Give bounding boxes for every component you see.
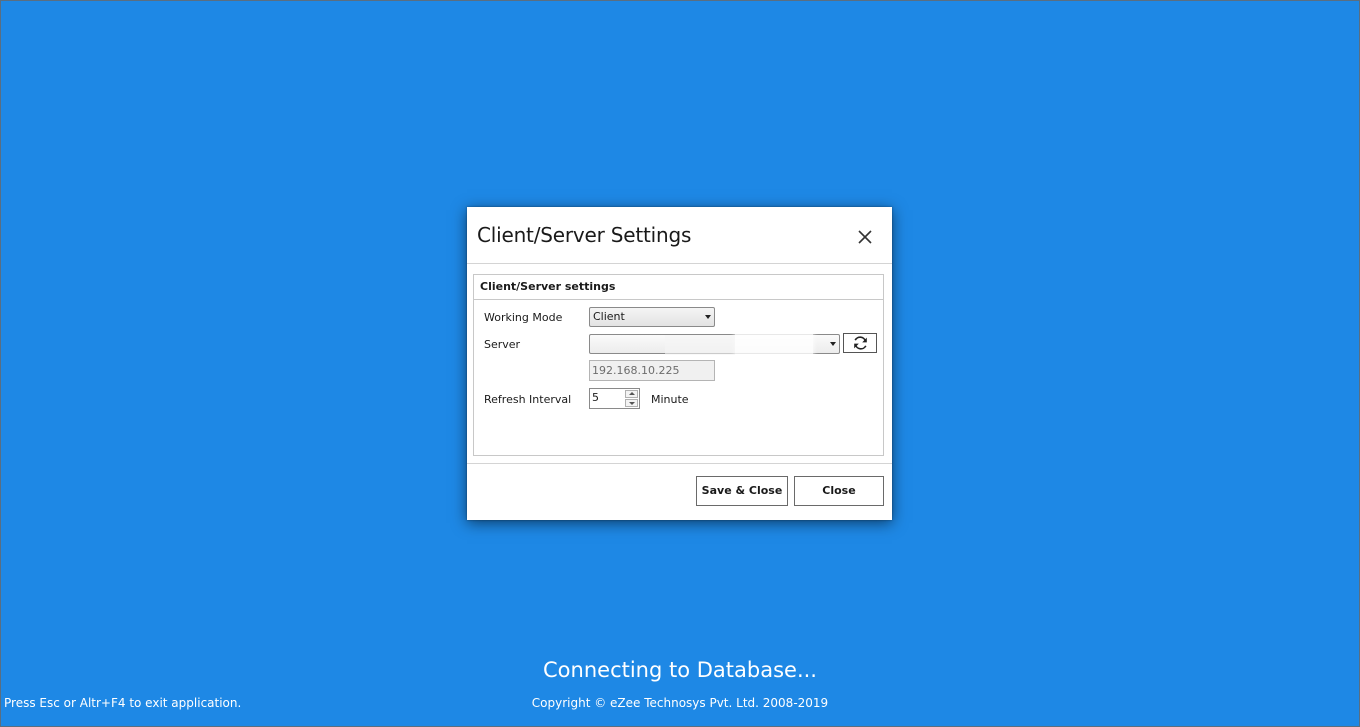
connecting-status: Connecting to Database...	[543, 658, 817, 682]
footer-divider	[467, 463, 892, 464]
spin-up-icon[interactable]	[625, 390, 638, 398]
title-divider	[467, 263, 892, 264]
working-mode-select[interactable]: Client	[589, 307, 715, 327]
spin-down-icon[interactable]	[625, 399, 638, 407]
chevron-down-icon	[830, 342, 836, 346]
refresh-interval-label: Refresh Interval	[484, 393, 572, 406]
working-mode-label: Working Mode	[484, 311, 563, 324]
refresh-interval-unit: Minute	[651, 393, 689, 406]
group-title: Client/Server settings	[474, 275, 883, 300]
refresh-icon	[854, 336, 867, 350]
refresh-servers-button[interactable]	[843, 333, 877, 353]
dialog-title: Client/Server Settings	[477, 223, 692, 247]
working-mode-value: Client	[593, 310, 625, 323]
server-label: Server	[484, 338, 521, 351]
refresh-interval-stepper[interactable]: 5	[589, 388, 640, 409]
close-icon[interactable]	[855, 227, 875, 247]
close-button[interactable]: Close	[794, 476, 884, 506]
server-ip-field: 192.168.10.225	[589, 360, 715, 381]
refresh-interval-value: 5	[592, 391, 599, 404]
server-select[interactable]	[589, 331, 840, 359]
save-close-button[interactable]: Save & Close	[696, 476, 788, 506]
chevron-down-icon	[705, 315, 711, 319]
client-server-settings-dialog: Client/Server Settings Client/Server set…	[467, 207, 892, 520]
copyright-text: Copyright © eZee Technosys Pvt. Ltd. 200…	[531, 696, 829, 710]
